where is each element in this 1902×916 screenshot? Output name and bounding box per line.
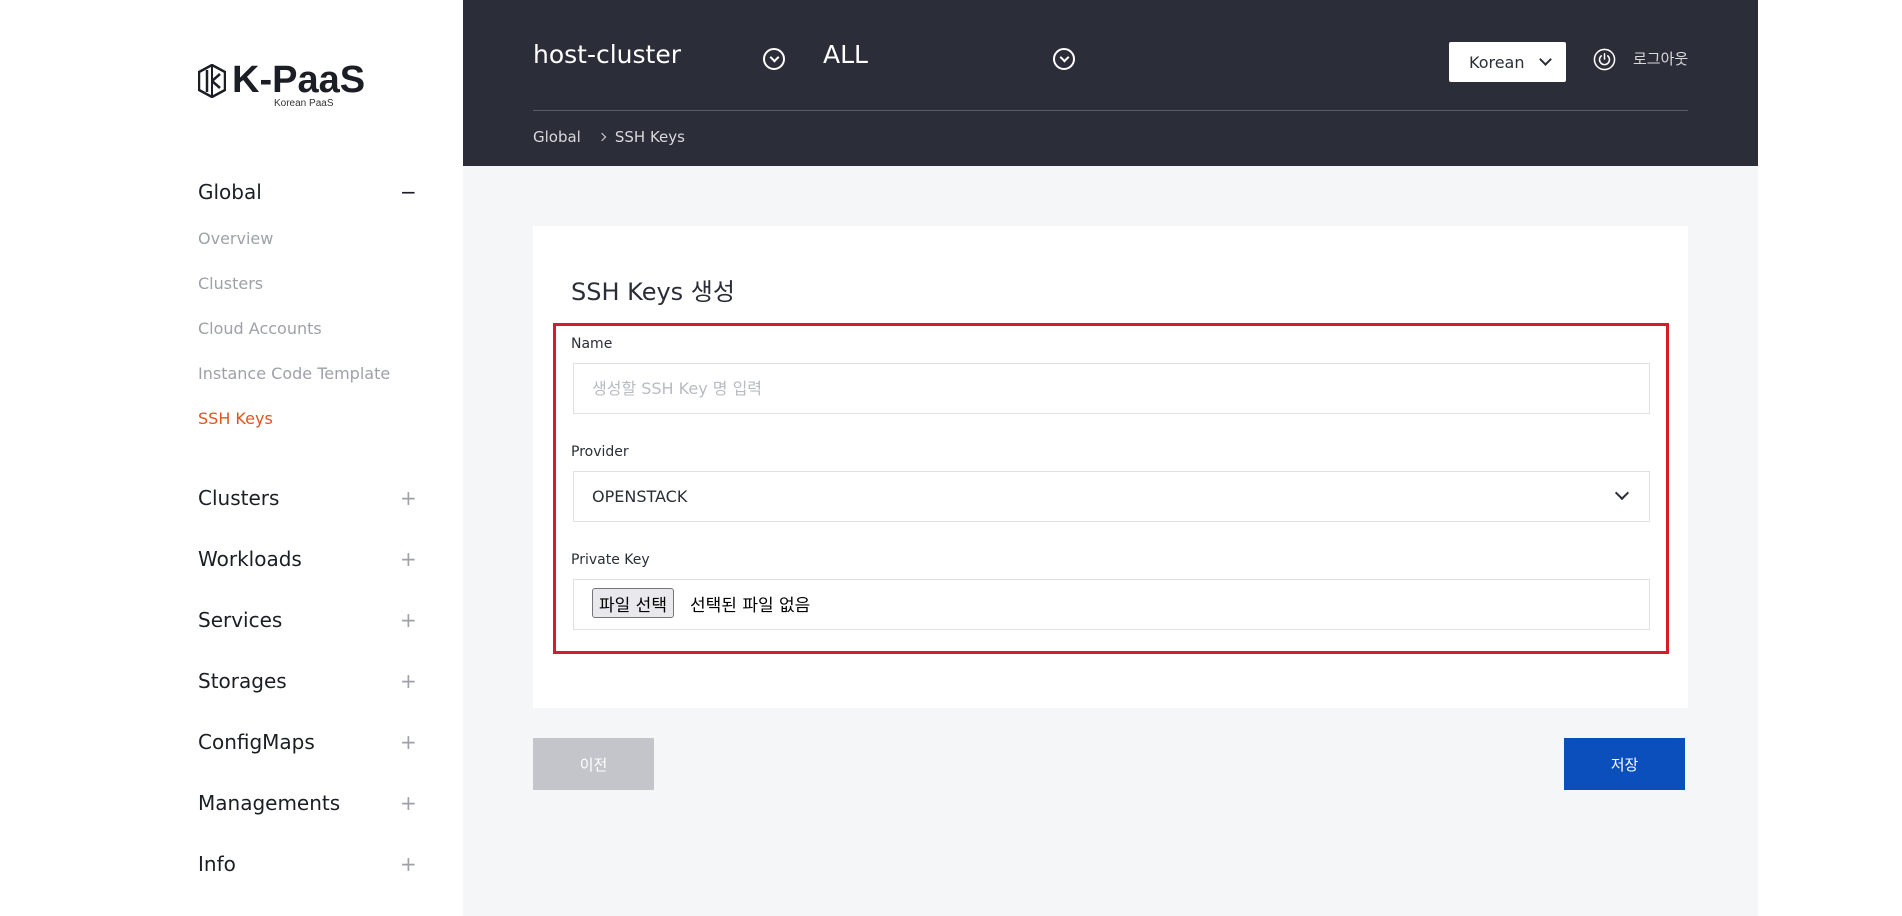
nav-head-label: Workloads: [198, 547, 302, 571]
nav-head-global[interactable]: Global −: [198, 177, 417, 207]
expand-icon: +: [400, 669, 417, 693]
file-status: 선택된 파일 없음: [690, 596, 811, 616]
expand-icon: +: [400, 486, 417, 510]
top-header: host-cluster ALL Korean 로그아웃 Global SSH …: [463, 0, 1758, 166]
logout-button[interactable]: 로그아웃: [1633, 48, 1688, 69]
power-icon[interactable]: [1593, 48, 1616, 71]
sidebar-item-clusters[interactable]: Clusters: [198, 261, 416, 306]
namespace-selector-value[interactable]: ALL: [823, 40, 868, 69]
language-select[interactable]: Korean: [1449, 42, 1566, 82]
chevron-right-icon: [597, 132, 607, 142]
nav-group-managements: Managements +: [198, 788, 417, 818]
nav-head-label: Managements: [198, 791, 341, 815]
namespace-dropdown-icon[interactable]: [1053, 48, 1075, 70]
cluster-selector-value[interactable]: host-cluster: [533, 40, 681, 69]
language-value: Korean: [1469, 52, 1525, 72]
nav-head-clusters[interactable]: Clusters +: [198, 483, 417, 513]
private-key-label: Private Key: [571, 552, 650, 568]
cluster-dropdown-icon[interactable]: [763, 48, 785, 70]
provider-value: OPENSTACK: [592, 487, 688, 506]
save-button[interactable]: 저장: [1564, 738, 1685, 790]
nav-head-label: Storages: [198, 669, 287, 693]
nav-group-storages: Storages +: [198, 666, 417, 696]
nav-head-configmaps[interactable]: ConfigMaps +: [198, 727, 417, 757]
nav-group-workloads: Workloads +: [198, 544, 417, 574]
provider-label: Provider: [571, 444, 629, 460]
sidebar: K-PaaS Korean PaaS Global − Overview Clu…: [0, 0, 463, 916]
file-select-button[interactable]: 파일 선택: [592, 588, 674, 618]
prev-button[interactable]: 이전: [533, 738, 654, 790]
logo-name: K-PaaS: [232, 59, 366, 101]
sidebar-item-ssh-keys[interactable]: SSH Keys: [198, 396, 416, 441]
logo[interactable]: K-PaaS Korean PaaS: [198, 60, 365, 109]
expand-icon: +: [400, 608, 417, 632]
breadcrumb: Global SSH Keys: [533, 128, 685, 146]
header-divider: [533, 110, 1688, 111]
sidebar-item-cloud-accounts[interactable]: Cloud Accounts: [198, 306, 416, 351]
expand-icon: +: [400, 547, 417, 571]
breadcrumb-item-global[interactable]: Global: [533, 128, 581, 146]
expand-icon: +: [400, 852, 417, 876]
page-title: SSH Keys 생성: [571, 278, 735, 306]
name-field-box: [573, 363, 1650, 414]
private-key-field: 파일 선택 선택된 파일 없음: [573, 579, 1650, 630]
nav-head-workloads[interactable]: Workloads +: [198, 544, 417, 574]
provider-select[interactable]: OPENSTACK: [573, 471, 1650, 522]
name-label: Name: [571, 336, 613, 352]
expand-icon: +: [400, 791, 417, 815]
nav-head-services[interactable]: Services +: [198, 605, 417, 635]
breadcrumb-item-ssh-keys: SSH Keys: [614, 128, 685, 146]
nav-group-info: Info +: [198, 849, 417, 879]
chevron-down-icon: [1539, 53, 1552, 66]
nav-head-managements[interactable]: Managements +: [198, 788, 417, 818]
chevron-down-icon: [1614, 485, 1630, 501]
nav-group-global: Global − Overview Clusters Cloud Account…: [198, 177, 417, 441]
sidebar-item-instance-code-template[interactable]: Instance Code Template: [198, 351, 416, 396]
logo-subtitle: Korean PaaS: [274, 98, 334, 109]
collapse-icon: −: [400, 180, 417, 204]
form-card: SSH Keys 생성 Name Provider OPENSTACK Priv…: [533, 226, 1688, 708]
nav-group-configmaps: ConfigMaps +: [198, 727, 417, 757]
expand-icon: +: [400, 730, 417, 754]
nav-head-label: Info: [198, 852, 236, 876]
sidebar-item-overview[interactable]: Overview: [198, 216, 416, 261]
main-content: SSH Keys 생성 Name Provider OPENSTACK Priv…: [463, 166, 1758, 916]
nav-head-label: ConfigMaps: [198, 730, 315, 754]
nav-head-label: Global: [198, 180, 262, 204]
nav-head-storages[interactable]: Storages +: [198, 666, 417, 696]
name-input[interactable]: [574, 364, 1649, 413]
nav-head-label: Clusters: [198, 486, 280, 510]
k-paas-logo-icon: [198, 64, 226, 98]
nav-group-clusters: Clusters +: [198, 483, 417, 513]
nav-group-services: Services +: [198, 605, 417, 635]
global-sub-list: Overview Clusters Cloud Accounts Instanc…: [198, 216, 416, 441]
nav-head-label: Services: [198, 608, 283, 632]
nav-head-info[interactable]: Info +: [198, 849, 417, 879]
right-margin: [1758, 0, 1902, 916]
